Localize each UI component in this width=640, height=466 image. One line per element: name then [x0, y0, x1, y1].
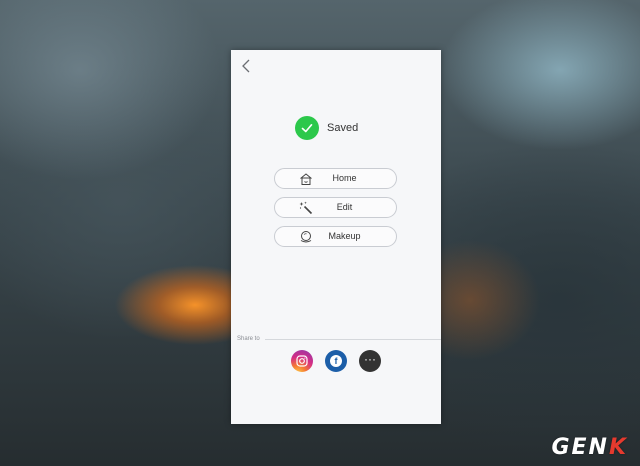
share-section: Share to — [237, 334, 441, 344]
share-label: Share to — [237, 336, 260, 342]
instagram-icon[interactable] — [291, 350, 313, 372]
watermark-accent: K — [608, 435, 628, 460]
saved-status: Saved — [295, 115, 358, 141]
app-window: Saved Home Edit Makeup Share to f ··· — [231, 50, 441, 424]
chevron-left-icon — [242, 59, 250, 73]
makeup-label: Makeup — [328, 231, 361, 241]
facebook-icon[interactable]: f — [325, 350, 347, 372]
watermark-main: GEN — [551, 435, 609, 460]
makeup-button[interactable]: Makeup — [274, 226, 397, 247]
back-button[interactable] — [239, 58, 255, 74]
watermark-logo: GENK — [551, 435, 628, 460]
more-icon[interactable]: ··· — [359, 350, 381, 372]
home-button[interactable]: Home — [274, 168, 397, 189]
saved-label: Saved — [327, 122, 359, 134]
check-icon — [295, 116, 319, 140]
divider — [264, 338, 441, 340]
home-label: Home — [332, 173, 357, 183]
more-glyph: ··· — [364, 351, 376, 366]
facebook-glyph: f — [330, 355, 342, 367]
edit-button[interactable]: Edit — [274, 197, 397, 218]
edit-label: Edit — [336, 202, 353, 212]
